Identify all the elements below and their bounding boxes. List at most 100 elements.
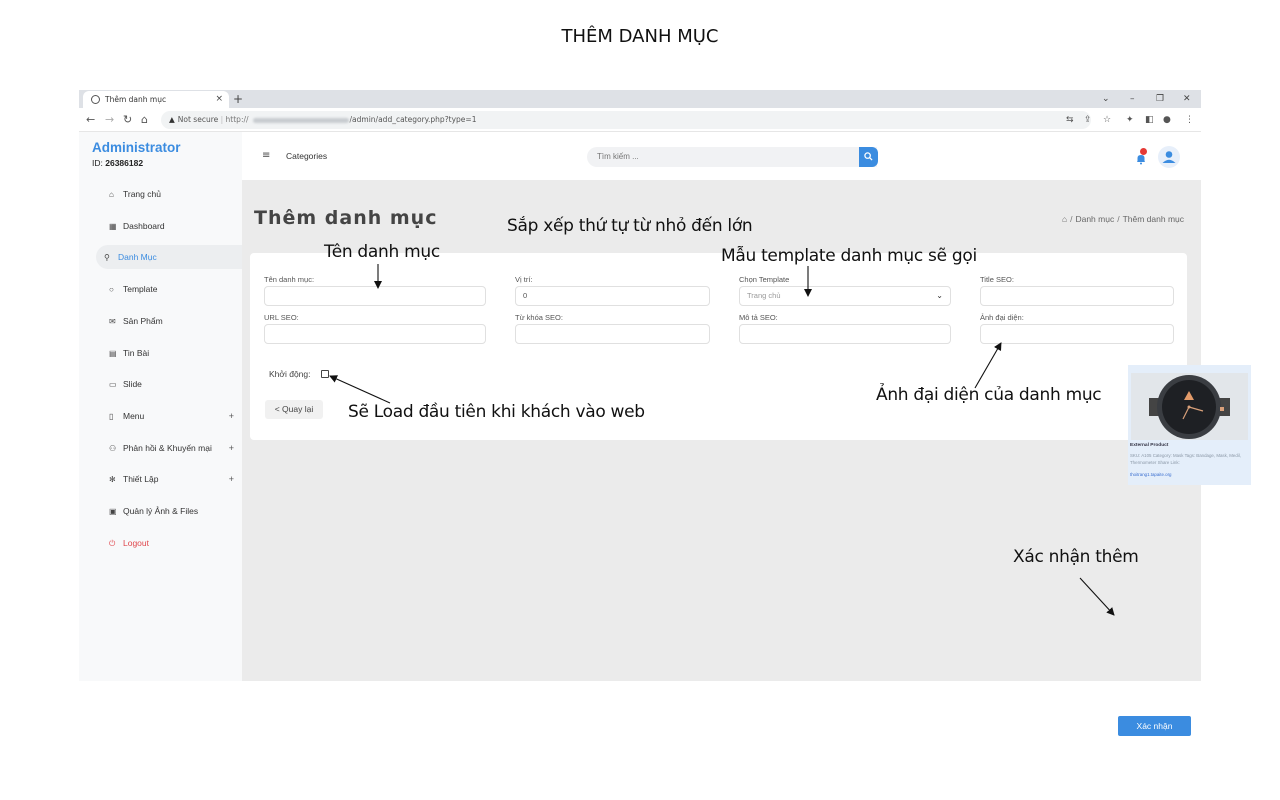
annotation-template: Mẫu template danh mục sẽ gọi	[721, 246, 977, 266]
topbar-title: Categories	[286, 151, 328, 161]
image-field[interactable]	[980, 324, 1174, 344]
globe-icon	[91, 95, 100, 104]
sidebar-item-3[interactable]: ○ Template	[96, 277, 242, 301]
breadcrumb: ⌂ / Danh mục / Thêm danh mục	[1061, 214, 1184, 224]
sidebar-item-11[interactable]: ⏻ Logout	[96, 531, 242, 555]
user-icon: ⚇	[109, 443, 117, 453]
new-tab-button[interactable]: +	[233, 90, 243, 108]
star-icon[interactable]: ☆	[1103, 113, 1111, 127]
sidebar-item-label: Menu	[123, 410, 145, 421]
annotation-name: Tên danh mục	[324, 242, 440, 262]
sidebar-item-4[interactable]: ✉ Sản Phẩm	[96, 309, 242, 333]
popup-product-name: External Product	[1130, 443, 1169, 448]
breadcrumb-current: Thêm danh mục	[1122, 214, 1184, 224]
sidebar-item-5[interactable]: ▤ Tin Bài	[96, 341, 242, 365]
expand-plus-icon[interactable]: +	[229, 404, 234, 428]
blurred-host	[252, 117, 349, 123]
template-select[interactable]: Trang chủ ⌄	[739, 286, 951, 306]
topbar: ≡ Categories	[242, 132, 1201, 180]
home-icon[interactable]: ⌂	[141, 112, 148, 128]
watch-illustration	[1131, 373, 1248, 440]
description-seo-field[interactable]	[739, 324, 951, 344]
avatar[interactable]	[1158, 146, 1180, 168]
sidebar-item-7[interactable]: ▯ Menu +	[96, 404, 242, 428]
expand-plus-icon[interactable]: +	[229, 436, 234, 460]
startup-checkbox[interactable]	[321, 370, 329, 378]
extensions-icon[interactable]: ✦	[1126, 113, 1134, 127]
tab-close-icon[interactable]: ×	[215, 91, 223, 108]
category-name-field[interactable]	[264, 286, 486, 306]
sidebar-item-label: Slide	[123, 379, 142, 390]
title-seo-label: Title SEO:	[980, 275, 1014, 284]
tab-title: Thêm danh mục	[105, 95, 167, 104]
url-path: /admin/add_category.php?type=1	[349, 115, 477, 124]
window-close-button[interactable]: ✕	[1183, 90, 1191, 108]
sidebar-item-label: Dashboard	[123, 220, 165, 231]
bell-icon	[1137, 155, 1145, 165]
sidebar-item-label: Sản Phẩm	[123, 315, 163, 326]
sidebar-item-9[interactable]: ✻ Thiết Lập +	[96, 467, 242, 491]
reload-icon[interactable]: ↻	[123, 112, 132, 128]
annotation-order: Sắp xếp thứ tự từ nhỏ đến lớn	[507, 216, 753, 236]
position-field[interactable]: 0	[515, 286, 710, 306]
expand-plus-icon[interactable]: +	[229, 467, 234, 491]
url-seo-field[interactable]	[264, 324, 486, 344]
notification-bell[interactable]	[1135, 148, 1147, 169]
breadcrumb-home-icon[interactable]: ⌂	[1062, 214, 1067, 224]
sidepanel-icon[interactable]: ◧	[1145, 113, 1154, 127]
link-icon: ⚲	[104, 253, 110, 263]
mail-icon: ✉	[109, 316, 116, 326]
brand-title: Administrator	[92, 140, 181, 155]
share-icon[interactable]: ⇪	[1084, 113, 1092, 127]
startup-label: Khởi động:	[269, 369, 311, 379]
popup-share-link[interactable]: thoitrang1.tapaite.org	[1130, 472, 1172, 477]
annotation-image: Ảnh đại diện của danh mục	[876, 385, 1102, 405]
annotation-confirm: Xác nhận thêm	[1013, 547, 1139, 567]
translate-icon[interactable]: ⇆	[1066, 113, 1074, 127]
url-prefix: http://	[225, 115, 249, 124]
url-field[interactable]: ▲ Not secure | http:///admin/add_category…	[161, 111, 1091, 129]
back-arrow-icon[interactable]: ←	[86, 112, 95, 128]
description-seo-label: Mô tả SEO:	[739, 313, 778, 322]
browser-tab-bar: Thêm danh mục × + ⌄ – ❐ ✕	[79, 90, 1201, 108]
image-icon: ▣	[109, 507, 117, 516]
minimize-button[interactable]: –	[1130, 90, 1135, 108]
tab-search-icon[interactable]: ⌄	[1102, 90, 1110, 108]
sidebar-item-6[interactable]: ▭ Slide	[96, 372, 242, 396]
keywords-seo-label: Từ khóa SEO:	[515, 313, 563, 322]
sidebar-item-8[interactable]: ⚇ Phản hồi & Khuyến mại +	[96, 436, 242, 460]
back-button[interactable]: < Quay lại	[265, 400, 323, 419]
browser-tab[interactable]: Thêm danh mục ×	[83, 91, 229, 108]
news-icon: ▤	[109, 348, 117, 358]
search-button[interactable]	[859, 147, 878, 167]
sidebar-item-label: Logout	[123, 537, 149, 548]
profile-icon[interactable]: ●	[1163, 113, 1171, 127]
sidebar-item-label: Thiết Lập	[123, 474, 159, 485]
keywords-seo-field[interactable]	[515, 324, 710, 344]
product-preview-popup: External Product SKU: A105 Category: Mas…	[1128, 365, 1251, 485]
sidebar-item-label: Tin Bài	[123, 347, 150, 358]
watch-image	[1131, 373, 1248, 440]
sidebar-item-0[interactable]: ⌂ Trang chủ	[96, 182, 242, 206]
presentation-icon: ▭	[109, 380, 117, 390]
kebab-menu-icon[interactable]: ⋮	[1185, 113, 1194, 127]
search-icon	[864, 152, 873, 161]
position-label: Vị trí:	[515, 275, 533, 284]
restore-button[interactable]: ❐	[1156, 90, 1164, 108]
account-id: ID: 26386182	[92, 158, 144, 168]
forward-arrow-icon[interactable]: →	[105, 112, 114, 128]
sidebar-item-label: Trang chủ	[123, 189, 161, 199]
sidebar-item-2[interactable]: ⚲ Danh Mục	[96, 245, 242, 270]
confirm-button[interactable]: Xác nhận	[1118, 716, 1191, 736]
breadcrumb-item[interactable]: Danh mục	[1075, 214, 1114, 224]
template-label: Chọn Template	[739, 275, 790, 284]
sidebar-item-1[interactable]: ▦ Dashboard	[96, 214, 242, 238]
document-title: THÊM DANH MỤC	[561, 26, 719, 47]
hamburger-icon[interactable]: ≡	[262, 150, 270, 161]
power-icon: ⏻	[109, 538, 116, 548]
chevron-down-icon: ⌄	[936, 291, 943, 300]
sidebar-item-10[interactable]: ▣ Quản lý Ảnh & Files	[96, 499, 242, 523]
search-input[interactable]	[587, 147, 877, 167]
popup-product-meta: SKU: A105 Category: Mask Tags: Bandage, …	[1130, 453, 1241, 465]
title-seo-field[interactable]	[980, 286, 1174, 306]
